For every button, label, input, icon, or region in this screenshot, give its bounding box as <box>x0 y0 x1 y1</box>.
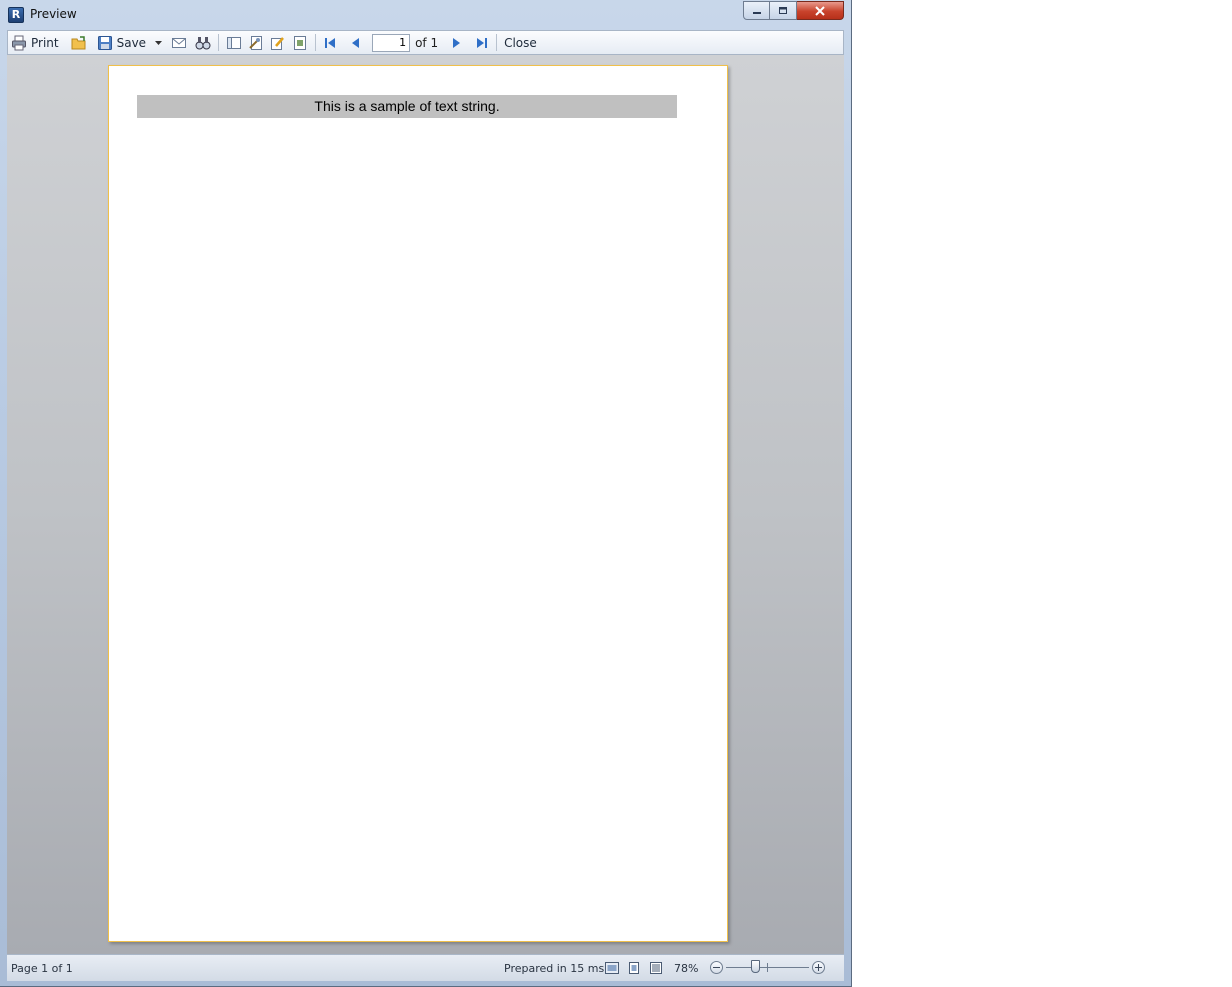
close-label: Close <box>504 35 537 50</box>
print-label: Print <box>31 35 59 50</box>
status-bar: Page 1 of 1 Prepared in 15 ms 78% <box>7 954 844 981</box>
open-button[interactable] <box>68 32 90 53</box>
zoom-out-button[interactable] <box>710 961 723 974</box>
report-text-band: This is a sample of text string. <box>137 95 677 118</box>
last-page-button[interactable] <box>472 32 492 53</box>
toolbar-separator <box>496 34 498 51</box>
close-window-button[interactable] <box>797 1 844 20</box>
toolbar-separator <box>218 34 220 51</box>
email-button[interactable] <box>168 32 190 53</box>
outline-button[interactable] <box>223 32 245 53</box>
close-icon <box>815 5 825 16</box>
page-setup-icon <box>248 35 264 51</box>
maximize-icon <box>779 7 787 14</box>
view-mode-buttons <box>604 960 670 976</box>
page-number-input[interactable] <box>372 33 411 52</box>
single-page-view-icon <box>629 962 639 974</box>
save-label: Save <box>116 35 147 50</box>
report-page: This is a sample of text string. <box>108 65 728 942</box>
last-page-icon <box>477 37 488 48</box>
edit-icon <box>270 35 286 51</box>
toolbar-separator <box>315 34 317 51</box>
watermark-icon <box>292 35 308 51</box>
watermark-button[interactable] <box>289 32 311 53</box>
minimize-icon <box>752 11 761 14</box>
caption-buttons <box>743 1 844 20</box>
save-disk-icon <box>97 35 113 51</box>
app-logo-icon: R <box>8 7 24 23</box>
zoom-slider-center-tick <box>767 963 768 972</box>
next-page-icon <box>453 37 461 48</box>
next-page-button[interactable] <box>446 32 466 53</box>
previous-page-button[interactable] <box>346 32 366 53</box>
find-binoculars-icon <box>195 35 211 51</box>
prepared-time: Prepared in 15 ms <box>504 962 605 975</box>
zoom-slider-thumb[interactable] <box>751 960 760 973</box>
print-button[interactable]: Print <box>8 32 62 53</box>
zoom-in-button[interactable] <box>812 961 825 974</box>
continuous-view-icon <box>650 962 662 974</box>
save-button[interactable]: Save <box>94 32 149 53</box>
title-bar[interactable]: R Preview <box>0 0 851 30</box>
find-button[interactable] <box>192 32 214 53</box>
previous-page-icon <box>352 37 360 48</box>
dropdown-arrow-icon <box>155 40 163 45</box>
edit-button[interactable] <box>267 32 289 53</box>
preview-window: R Preview Print Save 1 of 1 Close This i… <box>0 0 852 987</box>
save-dropdown-button[interactable] <box>153 32 164 53</box>
email-icon <box>171 35 187 51</box>
page-count-label: of 1 <box>415 35 439 50</box>
preview-area[interactable]: This is a sample of text string. <box>7 55 844 954</box>
zoom-level-label: 78% <box>674 962 699 975</box>
minimize-button[interactable] <box>743 1 770 20</box>
outline-icon <box>226 35 242 51</box>
close-button[interactable]: Close <box>501 32 540 53</box>
first-page-button[interactable] <box>320 32 340 53</box>
view-continuous-button[interactable] <box>648 960 664 976</box>
toolbar: Print Save 1 of 1 Close <box>7 30 844 55</box>
page-info: Page 1 of 1 <box>11 962 73 975</box>
window-title: Preview <box>30 7 77 21</box>
page-setup-button[interactable] <box>245 32 267 53</box>
open-folder-icon <box>71 35 87 51</box>
maximize-button[interactable] <box>770 1 797 20</box>
first-page-icon <box>325 37 336 48</box>
printer-icon <box>11 35 27 51</box>
thumbnails-view-icon <box>605 962 619 974</box>
view-thumbnails-button[interactable] <box>604 960 620 976</box>
view-single-page-button[interactable] <box>626 960 642 976</box>
